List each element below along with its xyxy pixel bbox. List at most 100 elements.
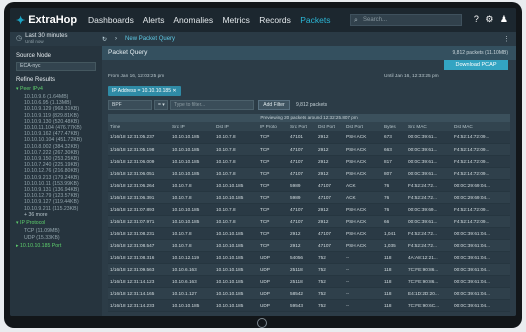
column-header[interactable]: Dst IP: [214, 122, 258, 131]
table-row[interactable]: 1/16/18 12:31:14.233 10.10.10.185 10.10.10…: [108, 299, 510, 312]
table-cell: UDP: [258, 263, 288, 276]
table-cell: 66: [382, 215, 406, 228]
table-cell: 7C:FE:90:6C...: [406, 299, 452, 312]
more-menu-icon[interactable]: ⋮: [503, 35, 510, 43]
table-cell: 10.10.6.163: [170, 263, 214, 276]
range-from: From Jan 16, 12:03:25 pm: [108, 74, 165, 79]
nav-dashboards[interactable]: Dashboards: [88, 15, 134, 25]
table-cell: 10.10.10.185: [214, 191, 258, 204]
table-cell: F4:52:14:72:09...: [452, 131, 510, 144]
table-cell: 1/16/18 12:31:14.165: [108, 287, 170, 300]
column-header[interactable]: Src IP: [170, 122, 214, 131]
table-cell: 10.10.7.8: [214, 155, 258, 168]
range-until: Until Jan 16, 12:33:25 pm: [384, 74, 439, 79]
port-group[interactable]: ▸ 10.10.10.185 Port: [16, 243, 96, 249]
table-cell: 673: [382, 131, 406, 144]
packet-query-header: Packet Query 9,812 packets (11.10MB): [102, 46, 516, 60]
table-cell: --: [344, 263, 382, 276]
table-cell: 00:0C:29:69:04...: [452, 179, 510, 192]
time-range-selector[interactable]: ◷ Last 30 minutes Until now: [10, 33, 102, 45]
column-header[interactable]: Dst MAC: [452, 122, 510, 131]
add-filter-button[interactable]: Add Filter: [258, 100, 290, 110]
table-row[interactable]: 1/16/18 12:31:06.391 10.10.7.8 10.10.10.18…: [108, 191, 510, 204]
active-filter-tag[interactable]: IP Address = 10.10.10.185 ✕: [108, 86, 181, 96]
table-row[interactable]: 1/16/18 12:31:05.237 10.10.10.185 10.10.7.…: [108, 131, 510, 144]
table-row[interactable]: 1/16/18 12:31:08.547 10.10.7.8 10.10.10.18…: [108, 239, 510, 252]
table-row[interactable]: 1/16/18 12:31:08.231 10.10.7.8 10.10.10.18…: [108, 227, 510, 240]
table-cell: 1/16/18 12:31:08.231: [108, 227, 170, 240]
table-row[interactable]: 1/16/18 12:31:07.893 10.10.10.185 10.10.7.…: [108, 203, 510, 216]
column-header[interactable]: IP Proto: [258, 122, 288, 131]
table-cell: 10.10.10.185: [214, 287, 258, 300]
table-cell: PSH ACK: [344, 215, 382, 228]
table-cell: TCP: [258, 215, 288, 228]
filter-operator-select[interactable]: = ▾: [154, 100, 168, 110]
app-screen: ✦ ExtraHop Dashboards Alerts Anomalies M…: [10, 8, 516, 316]
nav-alerts[interactable]: Alerts: [143, 15, 165, 25]
column-header[interactable]: Bytes: [382, 122, 406, 131]
peer-ipv4-group[interactable]: ▾ Peer IPv4: [16, 86, 96, 92]
nav-packets[interactable]: Packets: [300, 15, 330, 25]
table-cell: 10.10.10.185: [170, 143, 214, 156]
new-packet-query-link[interactable]: New Packet Query: [125, 36, 175, 42]
table-cell: 47101: [288, 131, 316, 144]
search-icon: ⌕: [354, 17, 358, 24]
nav-records[interactable]: Records: [259, 15, 291, 25]
chevron-right-icon: ›: [115, 36, 118, 42]
column-header[interactable]: Time: [108, 122, 170, 131]
table-cell: 10.10.1.127: [170, 287, 214, 300]
table-cell: 10.10.7.8: [170, 191, 214, 204]
top-right-icons[interactable]: ? ⚙ ♟: [474, 14, 510, 25]
refresh-icon[interactable]: ↻: [102, 36, 107, 43]
packet-table: Previewing 20 packets around 12:32:25.80…: [108, 114, 510, 312]
app-logo[interactable]: ✦ ExtraHop: [10, 14, 88, 27]
ip-protocol-group[interactable]: ▾ IP Protocol: [16, 220, 96, 226]
table-cell: TCP: [258, 131, 288, 144]
table-cell: 00:0C:39:61:04...: [452, 299, 510, 312]
search-placeholder: Search...: [363, 17, 388, 23]
table-row[interactable]: 1/16/18 12:31:06.264 10.10.7.8 10.10.10.18…: [108, 179, 510, 192]
global-search-input[interactable]: ⌕ Search...: [350, 14, 462, 26]
table-cell: 1/16/18 12:31:05.237: [108, 131, 170, 144]
table-cell: 10.10.7.8: [170, 239, 214, 252]
table-cell: F4:52:14:72:09...: [452, 155, 510, 168]
table-cell: 47107: [288, 155, 316, 168]
column-header[interactable]: Dst Port: [344, 122, 382, 131]
table-row[interactable]: 1/16/18 12:31:06.009 10.10.10.185 10.10.7.…: [108, 155, 510, 168]
table-row[interactable]: 1/16/18 12:31:14.123 10.10.6.163 10.10.10.…: [108, 275, 510, 288]
table-cell: --: [344, 299, 382, 312]
column-header[interactable]: Dst Port: [316, 122, 344, 131]
table-row[interactable]: 1/16/18 12:31:09.563 10.10.6.163 10.10.10.…: [108, 263, 510, 276]
nav-metrics[interactable]: Metrics: [222, 15, 249, 25]
table-row[interactable]: 1/16/18 12:31:06.051 10.10.10.185 10.10.7.…: [108, 167, 510, 180]
filter-value-input[interactable]: Type to filter...: [170, 100, 254, 110]
column-header[interactable]: Src MAC: [406, 122, 452, 131]
download-pcap-button[interactable]: Download PCAP: [444, 60, 508, 70]
source-node-select[interactable]: ECA-nyc: [16, 62, 96, 71]
extrahop-logo-icon: ✦: [16, 14, 26, 27]
table-cell: 1/16/18 12:31:06.009: [108, 155, 170, 168]
nav-anomalies[interactable]: Anomalies: [173, 15, 213, 25]
table-cell: 5989: [288, 179, 316, 192]
table-cell: 10.10.10.185: [214, 263, 258, 276]
table-cell: 00:0C:39:61...: [406, 155, 452, 168]
table-cell: 10.10.7.8: [170, 179, 214, 192]
table-cell: F4:52:14:72:09...: [452, 215, 510, 228]
table-cell: 1/16/18 12:31:06.391: [108, 191, 170, 204]
table-cell: 1/16/18 12:31:14.233: [108, 299, 170, 312]
table-row[interactable]: 1/16/18 12:31:05.198 10.10.10.185 10.10.7.…: [108, 143, 510, 156]
show-more-link[interactable]: + 36 more: [16, 212, 96, 219]
table-row[interactable]: 1/16/18 12:31:14.165 10.10.1.127 10.10.10.…: [108, 287, 510, 300]
table-cell: TCP: [258, 203, 288, 216]
column-header[interactable]: Src Port: [288, 122, 316, 131]
table-row[interactable]: 1/16/18 12:31:08.316 10.10.12.119 10.10.10…: [108, 251, 510, 264]
table-row[interactable]: 1/16/18 12:31:07.971 10.10.10.185 10.10.7.…: [108, 215, 510, 228]
table-cell: F4:52:24:72...: [406, 191, 452, 204]
table-cell: 5989: [288, 191, 316, 204]
table-cell: F4:52:14:72:09...: [452, 167, 510, 180]
home-button[interactable]: [257, 318, 267, 328]
protocol-item[interactable]: UDP (15.33KB): [16, 235, 96, 241]
main-nav: Dashboards Alerts Anomalies Metrics Reco…: [88, 15, 338, 25]
filter-field-select[interactable]: BPF: [108, 100, 152, 110]
table-cell: 118: [382, 263, 406, 276]
